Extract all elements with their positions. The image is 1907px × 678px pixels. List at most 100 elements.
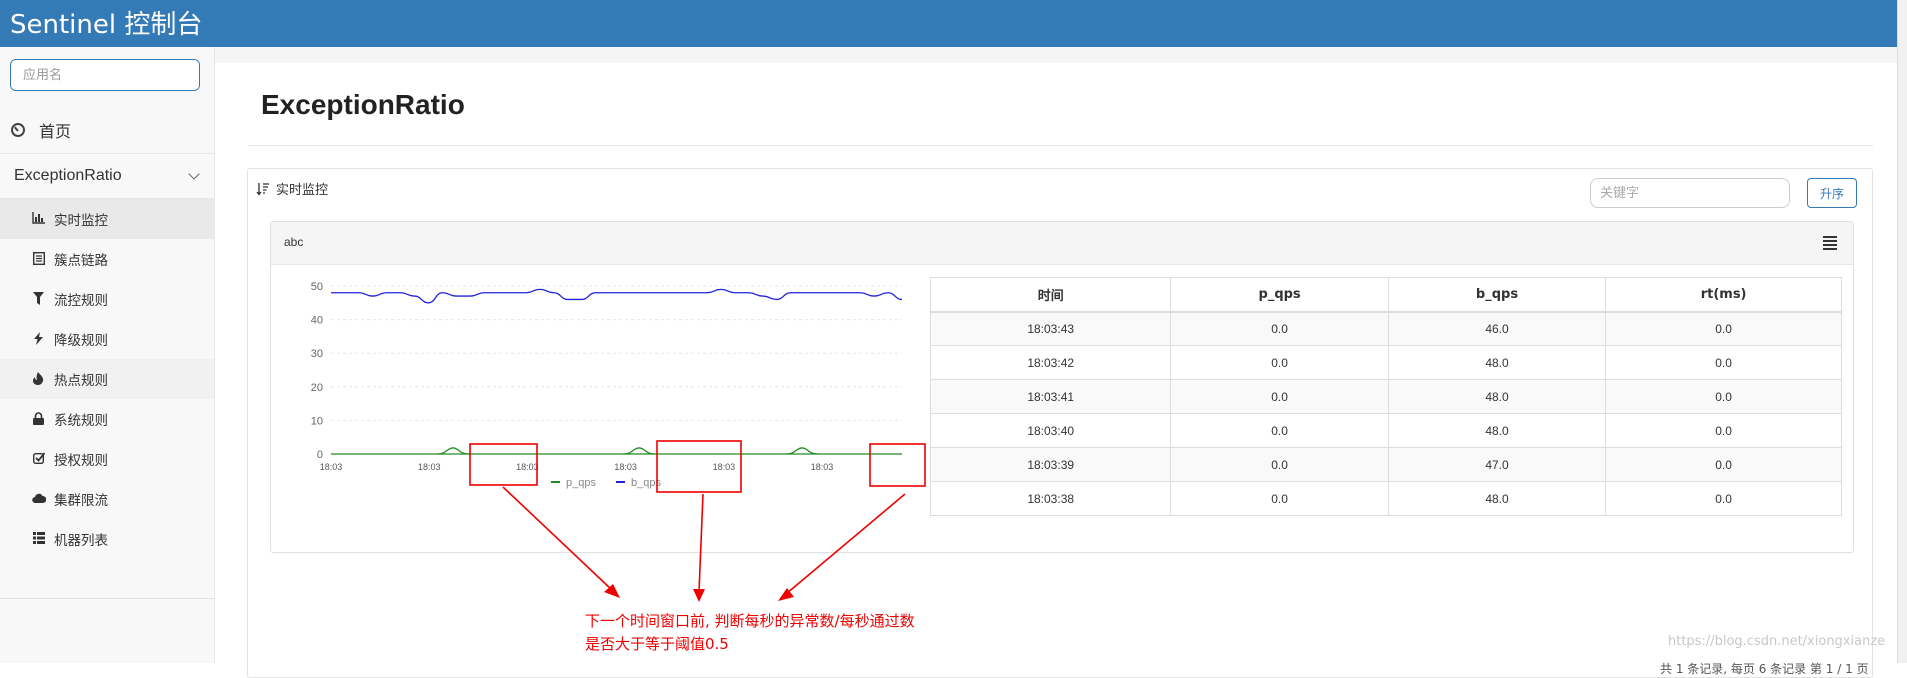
keyword-search-input[interactable] (1590, 178, 1790, 208)
cloud-icon (31, 493, 46, 505)
qps-line-chart: 0 10 20 30 40 50 18:03 18:03 18:03 18:03 18:03 18:0… (311, 281, 903, 489)
sidebar-item-label: 流控规则 (54, 293, 108, 309)
x-tick-label: 18:03 (320, 462, 343, 472)
sidebar-item-label: 首页 (39, 122, 72, 141)
table-row: 18:03:41 0.0 48.0 0.0 (929, 379, 1842, 414)
table-cell: 18:03:40 (929, 413, 1172, 448)
table-cell: 18:03:43 (929, 311, 1172, 346)
flash-icon (31, 331, 46, 347)
metrics-table: 时间 p_qps b_qps rt(ms) 18:03:43 0.0 46.0 0.0 18:… (929, 277, 1842, 516)
table-cell: 0.0 (1170, 447, 1389, 482)
table-cell: 48.0 (1387, 413, 1607, 448)
sidebar-app-exceptionratio[interactable]: ExceptionRatio (0, 154, 214, 199)
content-top-strip (215, 47, 1897, 63)
sidebar-item-hotspot-rules[interactable]: 热点规则 (0, 359, 214, 399)
app-name-label: ExceptionRatio (14, 167, 122, 184)
page-title: ExceptionRatio (261, 89, 465, 120)
filter-icon (31, 291, 46, 307)
table-cell: 0.0 (1170, 481, 1389, 516)
sidebar-item-cluster-flow[interactable]: 集群限流 (0, 479, 214, 519)
title-divider (248, 145, 1873, 146)
table-header-row: 时间 p_qps b_qps rt(ms) (929, 277, 1842, 313)
sidebar-item-label: 机器列表 (54, 533, 108, 549)
y-tick-label: 50 (311, 281, 323, 293)
main-content: ExceptionRatio 实时监控 升序 abc 0 10 20 30 40 50 18… (215, 47, 1897, 678)
chevron-down-icon (188, 168, 200, 180)
x-tick-label: 18:03 (713, 462, 736, 472)
sidebar-item-label: 降级规则 (54, 333, 108, 349)
sidebar-item-label: 集群限流 (54, 493, 108, 509)
table-cell: 0.0 (1605, 413, 1842, 448)
fire-icon (31, 371, 46, 387)
sidebar-item-realtime-monitor[interactable]: 实时监控 (0, 199, 214, 239)
sidebar-item-label: 簇点链路 (54, 253, 108, 269)
table-cell: 0.0 (1605, 447, 1842, 482)
table-cell: 46.0 (1387, 311, 1607, 346)
series-bump-p_qps (436, 447, 470, 455)
check-icon (31, 452, 46, 466)
dashboard-icon (11, 123, 25, 137)
sidebar-divider (0, 598, 214, 599)
x-tick-label: 18:03 (418, 462, 441, 472)
sidebar: 搜索 首页 ExceptionRatio 实时监控 簇点链路 流控规则 降级规则… (0, 47, 215, 663)
annotation-line-1: 下一个时间窗口前, 判断每秒的异常数/每秒通过数 (585, 612, 915, 630)
table-body: 18:03:43 0.0 46.0 0.0 18:03:42 0.0 48.0 0.0 18:0… (929, 311, 1842, 516)
series-bump-p_qps (785, 447, 819, 455)
table-cell: 0.0 (1605, 379, 1842, 414)
sidebar-item-label: 系统规则 (54, 413, 108, 429)
annotation-note: 下一个时间窗口前, 判断每秒的异常数/每秒通过数 是否大于等于阈值0.5 (585, 610, 915, 656)
table-cell: 47.0 (1387, 447, 1607, 482)
table-cell: 0.0 (1170, 379, 1389, 414)
table-row: 18:03:38 0.0 48.0 0.0 (929, 481, 1842, 516)
resource-name: abc (284, 235, 304, 249)
sidebar-item-home[interactable]: 首页 (0, 107, 214, 154)
y-tick-label: 10 (311, 415, 323, 427)
sidebar-item-flow-rules[interactable]: 流控规则 (0, 279, 214, 319)
table-cell: 48.0 (1387, 379, 1607, 414)
legend-label: p_qps (566, 477, 596, 489)
sidebar-item-system-rules[interactable]: 系统规则 (0, 399, 214, 439)
table-header-cell: 时间 (929, 277, 1172, 313)
table-cell: 18:03:39 (929, 447, 1172, 482)
lock-icon (31, 411, 46, 427)
sidebar-item-label: 热点规则 (54, 373, 108, 389)
table-cell: 18:03:41 (929, 379, 1172, 414)
table-row: 18:03:40 0.0 48.0 0.0 (929, 413, 1842, 448)
x-tick-label: 18:03 (516, 462, 539, 472)
menu-icon[interactable] (1823, 236, 1837, 250)
table-cell: 0.0 (1605, 481, 1842, 516)
table-row: 18:03:39 0.0 47.0 0.0 (929, 447, 1842, 482)
table-cell: 0.0 (1170, 311, 1389, 346)
app-submenu: 实时监控 簇点链路 流控规则 降级规则 热点规则 系统规则 授权规则 集群限流 (0, 199, 214, 559)
legend-label: b_qps (631, 477, 661, 489)
panel-heading-label: 实时监控 (276, 183, 329, 198)
y-tick-label: 30 (311, 348, 323, 360)
brand-title[interactable]: Sentinel 控制台 (10, 4, 202, 41)
table-cell: 0.0 (1605, 311, 1842, 346)
sidebar-item-label: 实时监控 (54, 213, 108, 229)
sort-ascending-button[interactable]: 升序 (1807, 178, 1857, 208)
sidebar-item-label: 授权规则 (54, 453, 108, 469)
app-search-input[interactable] (11, 60, 199, 90)
sidebar-item-auth-rules[interactable]: 授权规则 (0, 439, 214, 479)
table-cell: 0.0 (1170, 345, 1389, 380)
page-scrollbar[interactable] (1897, 0, 1907, 663)
series-line-b_qps (331, 288, 903, 304)
y-tick-label: 20 (311, 382, 323, 394)
list-alt-icon (31, 251, 46, 267)
top-navbar: Sentinel 控制台 (0, 0, 1907, 47)
y-tick-label: 0 (317, 449, 323, 461)
table-cell: 18:03:42 (929, 345, 1172, 380)
series-bump-p_qps (622, 447, 656, 455)
th-list-icon (31, 532, 46, 546)
resource-card: abc 0 10 20 30 40 50 18:03 18:03 18:03 18:03 18:03… (270, 221, 1854, 553)
bar-chart-icon (31, 212, 46, 226)
sidebar-item-cluster-point-link[interactable]: 簇点链路 (0, 239, 214, 279)
x-tick-label: 18:03 (614, 462, 637, 472)
sidebar-item-machine-list[interactable]: 机器列表 (0, 519, 214, 559)
table-cell: 0.0 (1605, 345, 1842, 380)
sidebar-item-degrade-rules[interactable]: 降级规则 (0, 319, 214, 359)
panel-heading: 实时监控 (256, 179, 328, 198)
sort-amount-icon (256, 182, 269, 196)
table-cell: 0.0 (1170, 413, 1389, 448)
